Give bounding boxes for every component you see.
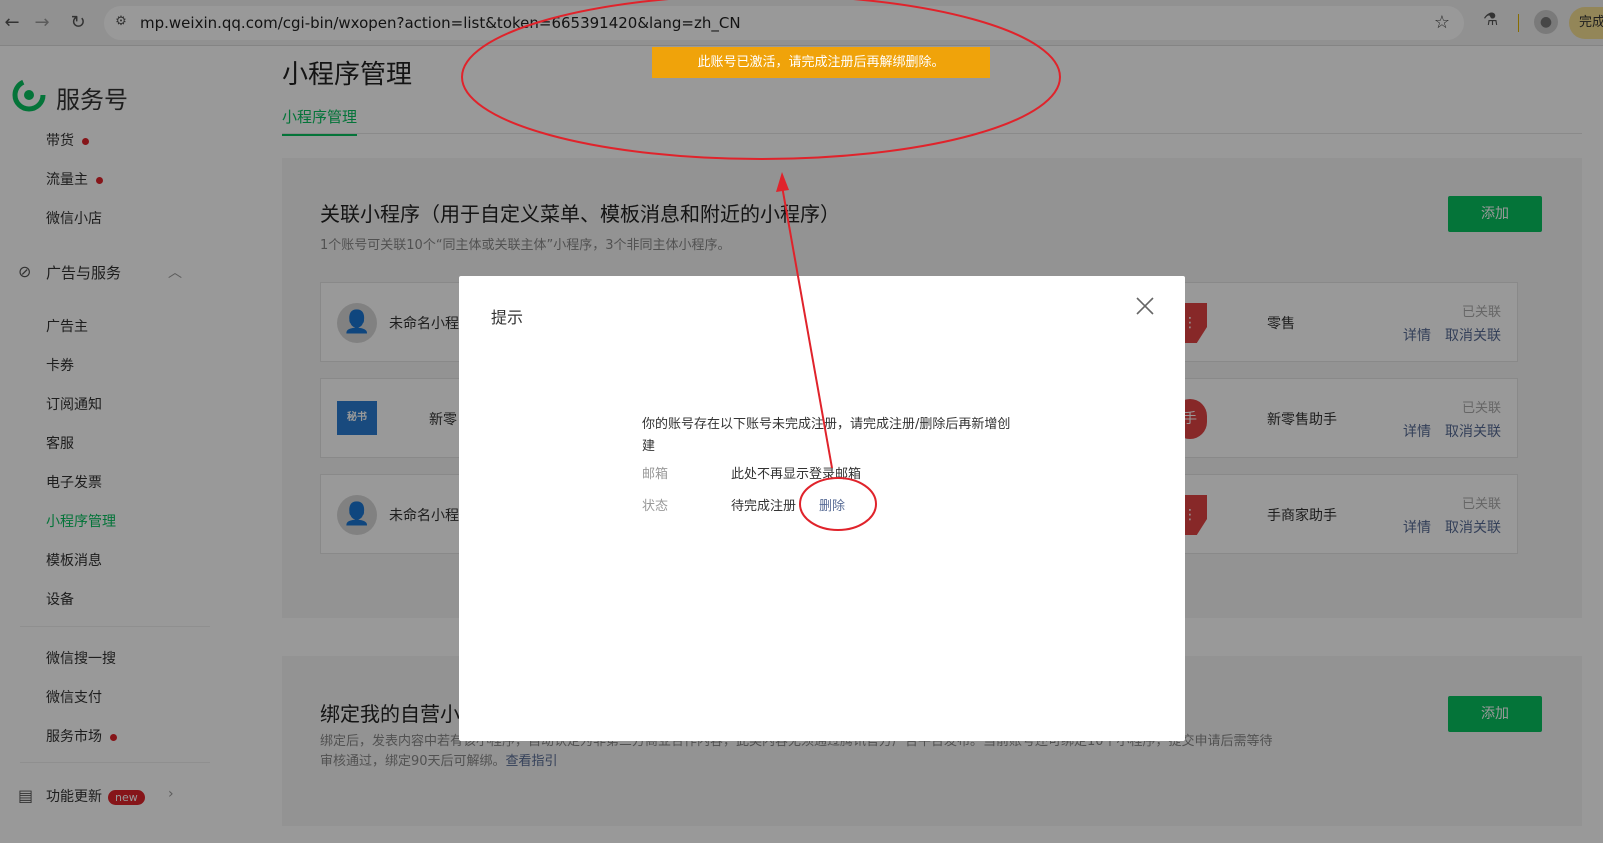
dialog-title: 提示 <box>491 308 524 327</box>
delete-link[interactable]: 删除 <box>819 495 845 514</box>
dialog-message: 你的账号存在以下账号未完成注册，请完成注册/删除后再新增创建 <box>642 417 1011 454</box>
email-value: 此处不再显示登录邮箱 <box>731 467 862 482</box>
close-icon[interactable] <box>1133 294 1157 318</box>
status-label: 状态 <box>642 499 669 514</box>
status-value: 待完成注册 <box>731 499 797 514</box>
warning-toast: 此账号已激活，请完成注册后再解绑删除。 <box>652 47 990 78</box>
prompt-dialog: 提示 你的账号存在以下账号未完成注册，请完成注册/删除后再新增创建 邮箱 此处不… <box>459 276 1185 741</box>
email-label: 邮箱 <box>642 467 669 482</box>
